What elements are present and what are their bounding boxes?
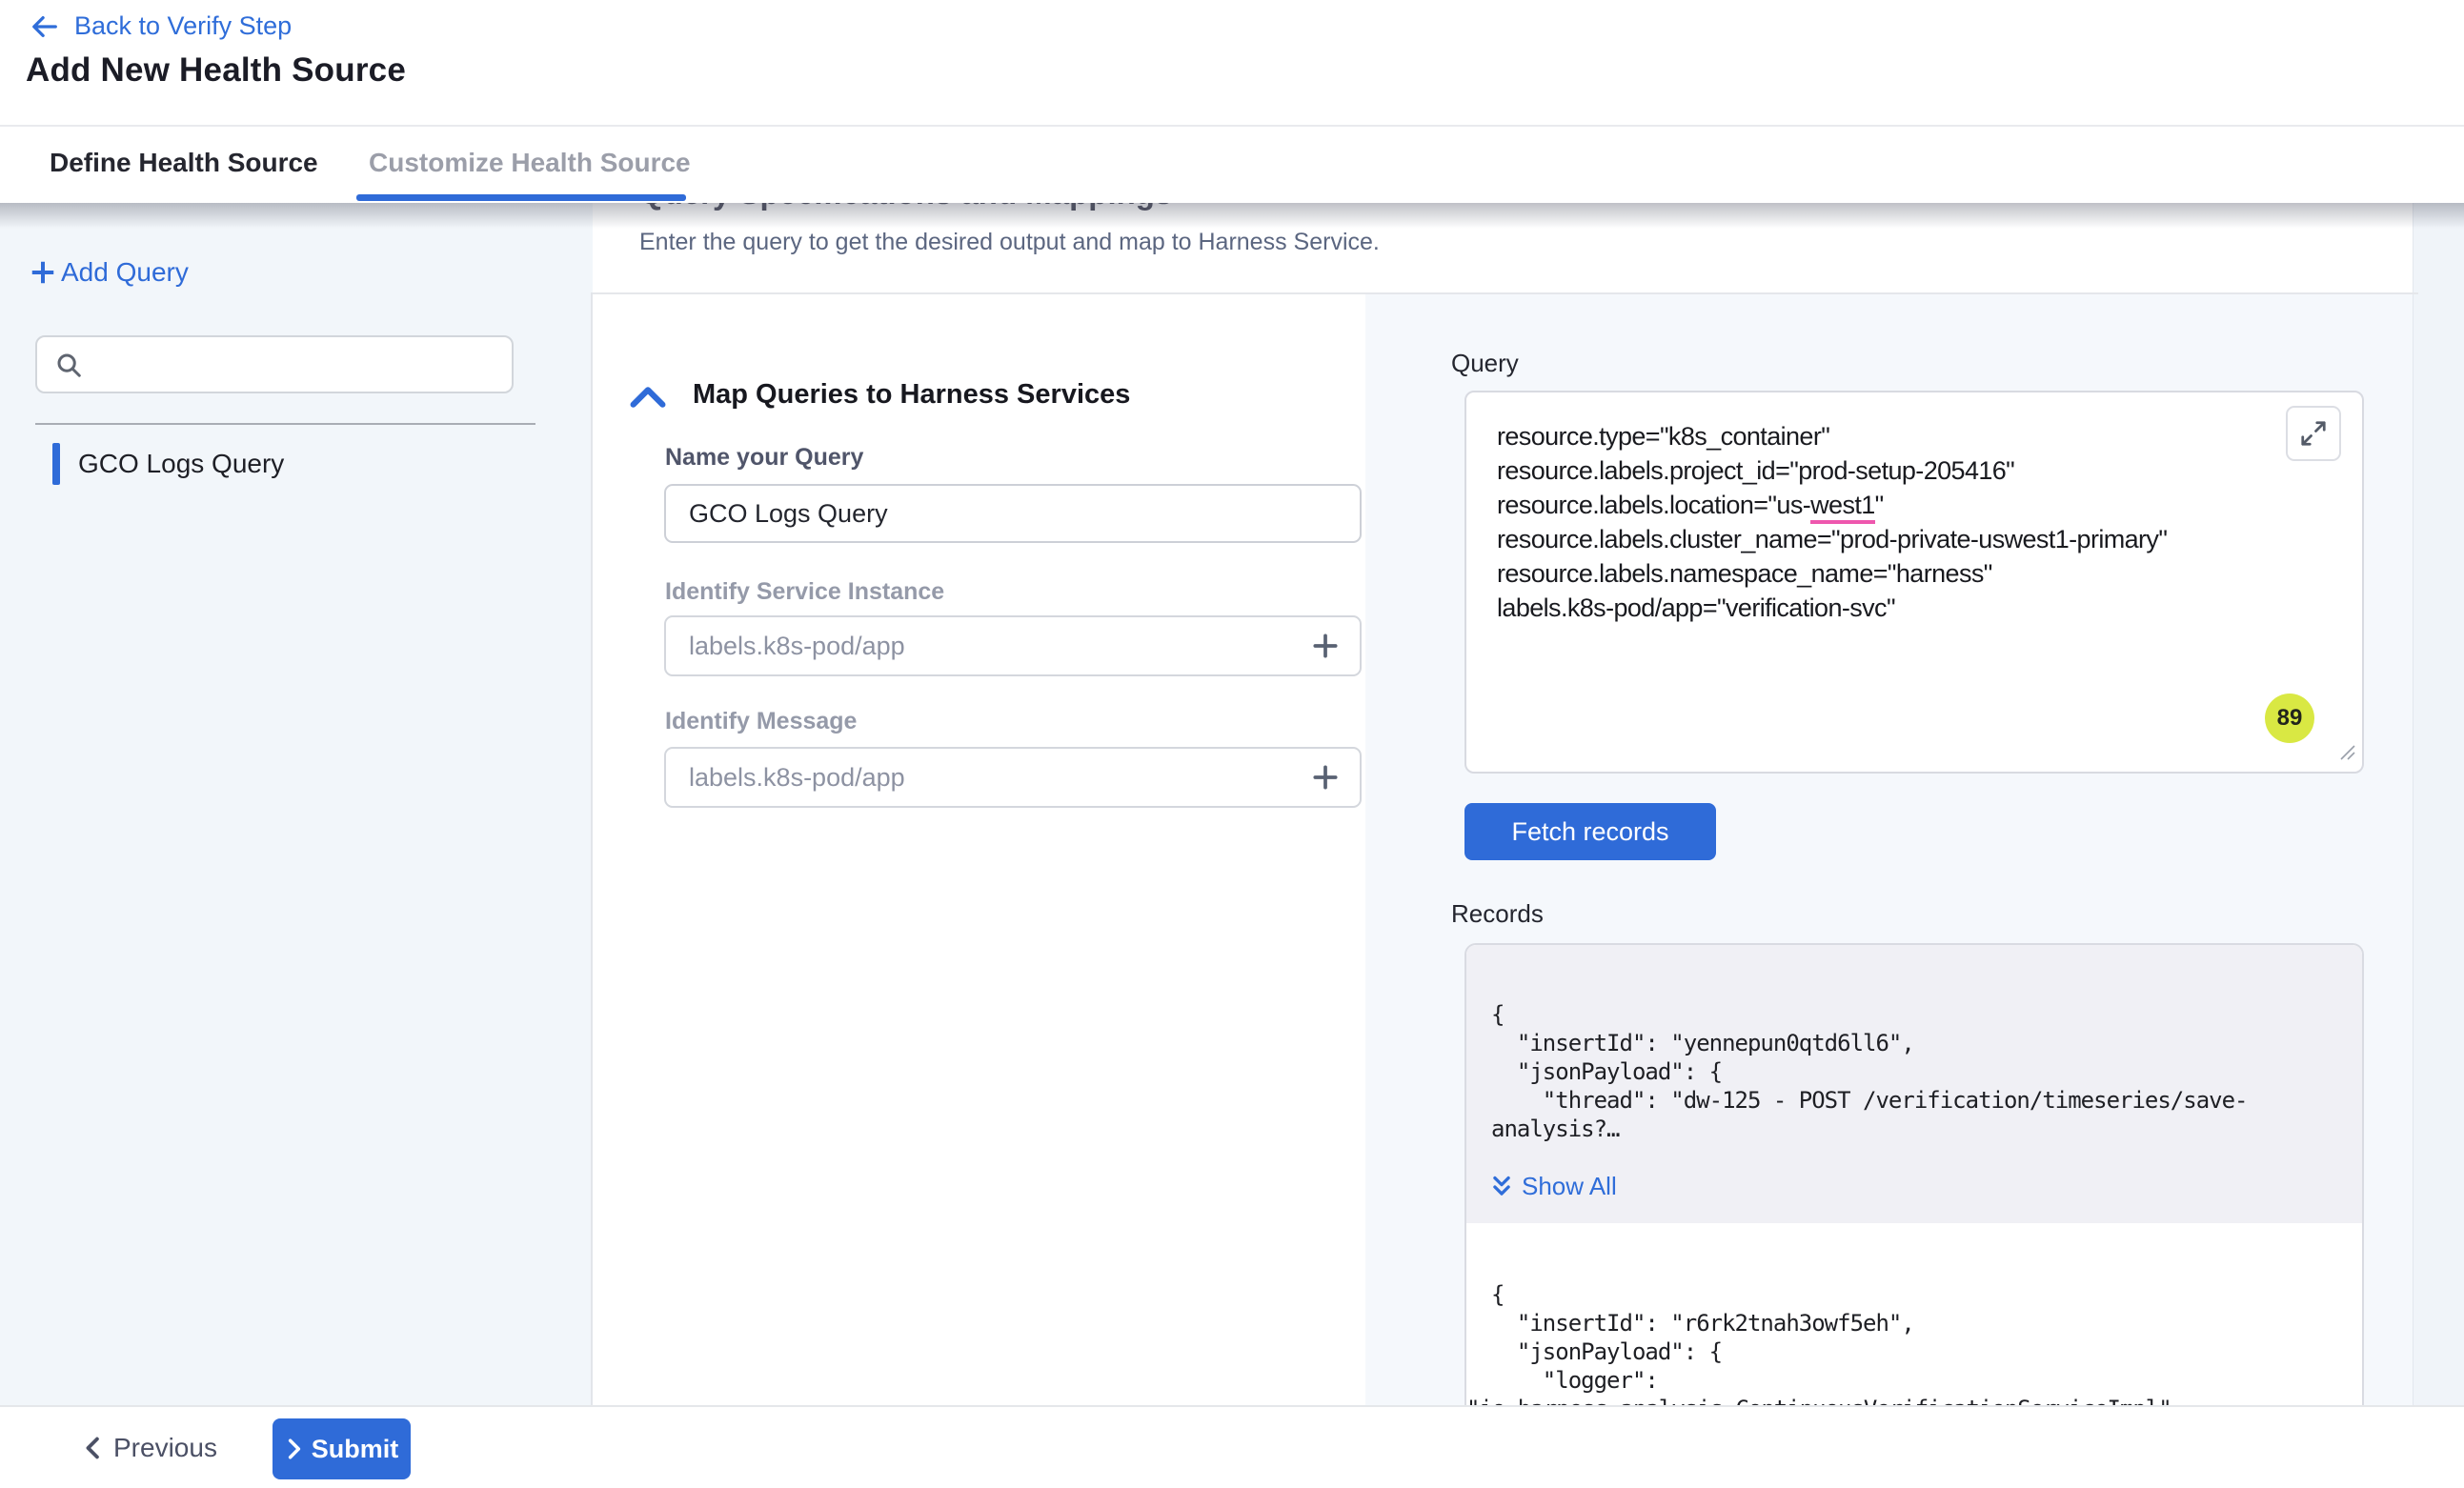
tab-customize-health-source[interactable]: Customize Health Source (369, 148, 691, 178)
map-queries-title: Map Queries to Harness Services (693, 379, 1130, 411)
identify-service-instance-label: Identify Service Instance (665, 578, 944, 606)
fetch-records-button[interactable]: Fetch records (1464, 803, 1716, 860)
identify-message-field (664, 747, 1362, 808)
section-subheading: Enter the query to get the desired outpu… (639, 229, 1380, 256)
back-link-label: Back to Verify Step (74, 11, 292, 41)
right-gutter (2413, 203, 2464, 1405)
plus-icon (29, 258, 57, 287)
char-count-badge: 89 (2265, 694, 2314, 743)
add-query-button[interactable]: Add Query (29, 257, 189, 288)
add-query-label: Add Query (61, 257, 189, 288)
selected-indicator-bar (52, 443, 60, 485)
query-sidebar: Add Query GCO Logs Query (0, 203, 593, 1405)
previous-label: Previous (113, 1433, 217, 1463)
page-title: Add New Health Source (26, 51, 406, 90)
query-label: Query (1451, 349, 1519, 378)
show-all-label: Show All (1522, 1172, 1617, 1201)
spellcheck-underline: west1 (1810, 491, 1875, 524)
back-arrow-icon (29, 12, 61, 41)
chevron-right-icon (285, 1438, 304, 1460)
query-editor[interactable]: resource.type="k8s_container"resource.la… (1464, 391, 2364, 774)
wizard-footer: Previous Submit (0, 1405, 2464, 1488)
query-item-label: GCO Logs Query (78, 449, 284, 479)
sidebar-item-gco-logs-query[interactable]: GCO Logs Query (0, 434, 593, 493)
submit-button[interactable]: Submit (273, 1418, 411, 1479)
previous-button[interactable]: Previous (81, 1420, 217, 1476)
expand-query-button[interactable] (2286, 406, 2341, 461)
record-1-json: { "insertId": "yennepun0qtd6ll6", "jsonP… (1491, 1000, 2248, 1143)
back-to-verify-step-link[interactable]: Back to Verify Step (29, 11, 292, 41)
tab-bar: Define Health Source Customize Health So… (0, 127, 2464, 203)
tab-define-health-source[interactable]: Define Health Source (50, 148, 318, 178)
record-row-1[interactable]: { "insertId": "yennepun0qtd6ll6", "jsonP… (1466, 945, 2362, 1223)
identify-message-input[interactable] (664, 747, 1362, 808)
submit-label: Submit (312, 1435, 399, 1464)
records-label: Records (1451, 899, 1544, 929)
query-search-box[interactable] (35, 335, 514, 393)
textarea-resize-handle[interactable] (2339, 744, 2356, 766)
form-left-border (591, 292, 593, 1405)
add-health-source-screen: Back to Verify Step Add New Health Sourc… (0, 0, 2464, 1488)
sidebar-divider (35, 423, 535, 425)
double-chevron-down-icon (1491, 1175, 1512, 1199)
expand-icon (2299, 419, 2328, 448)
query-name-input[interactable] (664, 484, 1362, 543)
form-top-border (591, 292, 2418, 294)
query-search-input[interactable] (96, 350, 496, 379)
records-panel: { "insertId": "yennepun0qtd6ll6", "jsonP… (1464, 943, 2364, 1477)
query-code-text: resource.type="k8s_container"resource.la… (1497, 419, 2167, 625)
show-all-link[interactable]: Show All (1491, 1172, 1617, 1201)
active-tab-underline (356, 194, 686, 201)
identify-message-add-icon[interactable] (1306, 758, 1344, 796)
name-your-query-label: Name your Query (665, 444, 863, 472)
chevron-left-icon (81, 1436, 102, 1460)
collapse-section-chevron-icon[interactable] (629, 385, 667, 414)
service-instance-add-icon[interactable] (1306, 627, 1344, 665)
search-icon (54, 351, 83, 379)
service-instance-input[interactable] (664, 615, 1362, 676)
service-instance-field (664, 615, 1362, 676)
identify-message-label: Identify Message (665, 708, 857, 735)
record-2-json[interactable]: { "insertId": "r6rk2tnah3owf5eh", "jsonP… (1491, 1280, 2171, 1423)
